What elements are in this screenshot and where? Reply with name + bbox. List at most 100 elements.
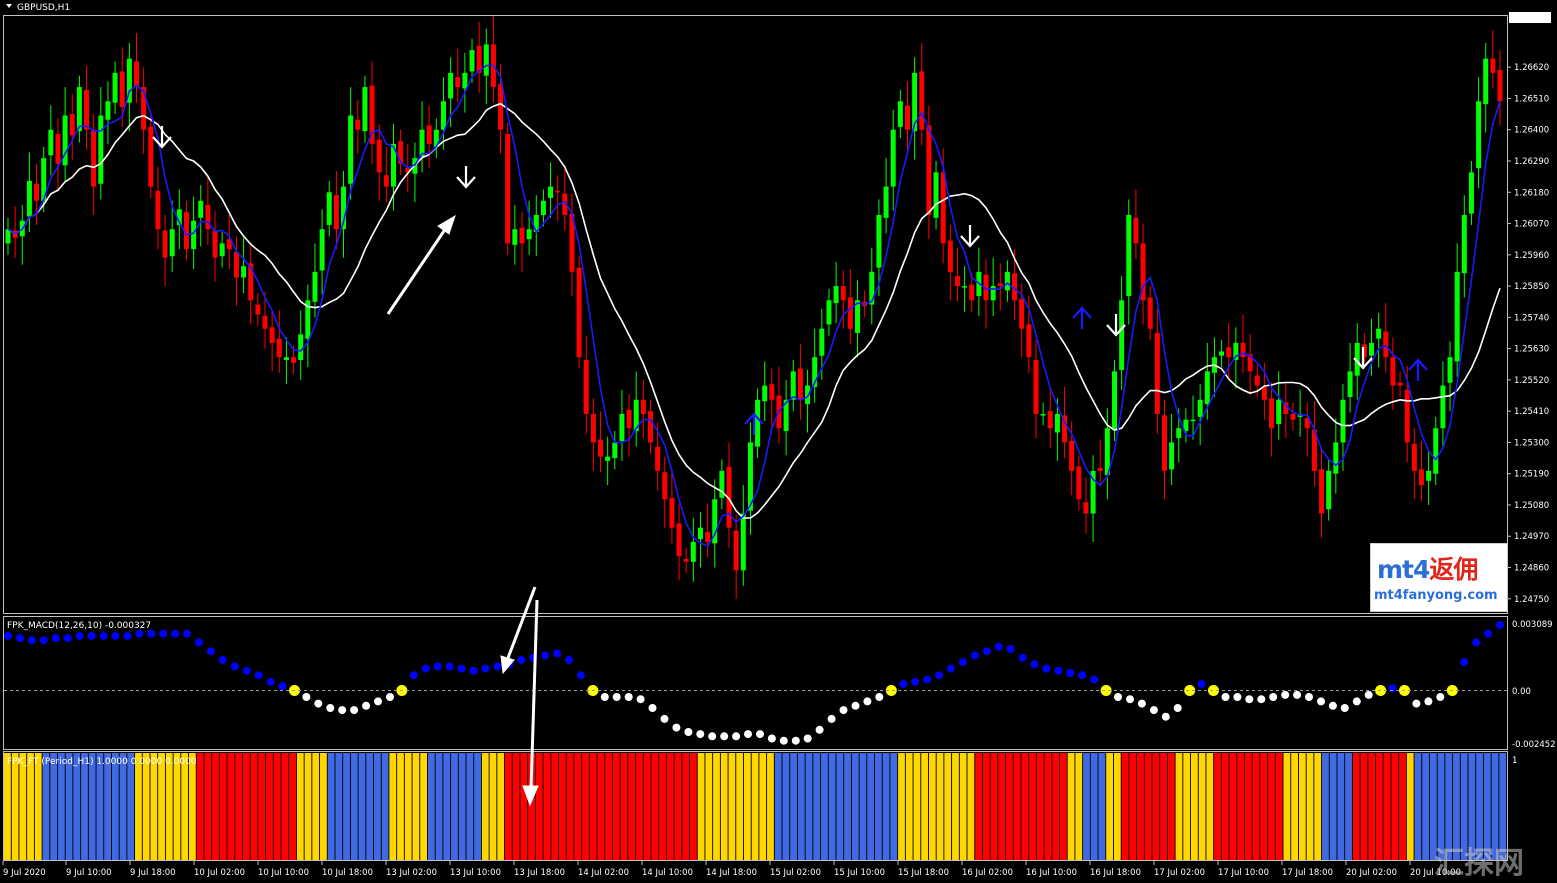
- price-tick-label: 1.24860: [1514, 564, 1549, 574]
- price-tick-label: 1.25740: [1514, 313, 1549, 323]
- candle-body: [219, 243, 225, 257]
- buy-signal-arrow: [1408, 358, 1428, 381]
- candle-body: [1147, 297, 1153, 329]
- macd-dot: [4, 631, 12, 640]
- price-tick-label: 1.25410: [1514, 407, 1549, 417]
- macd-dot: [600, 693, 609, 701]
- ft-bar: [512, 753, 520, 860]
- macd-dot: [481, 664, 490, 673]
- ft-bar: [1337, 753, 1345, 860]
- candle-body: [954, 276, 960, 287]
- candle-body: [697, 527, 703, 540]
- ft-bar: [65, 753, 73, 860]
- macd-dot: [1436, 693, 1445, 701]
- macd-dot: [923, 675, 932, 684]
- candle-body: [1418, 469, 1424, 486]
- macd-dot: [624, 693, 633, 701]
- candle-body: [1226, 347, 1232, 358]
- candle-body: [1076, 466, 1082, 500]
- candle-body: [1054, 414, 1060, 433]
- ft-bar: [443, 753, 451, 860]
- candle-body: [1047, 411, 1053, 429]
- ft-bar: [913, 753, 921, 860]
- time-tick-label: 20 Jul 02:00: [1346, 868, 1397, 878]
- candle-body: [1126, 215, 1132, 297]
- macd-dot: [1137, 699, 1146, 708]
- ft-bar: [1106, 753, 1114, 860]
- candle-body: [448, 72, 454, 99]
- chart-canvas: GBPUSD,H1 FPK_MACD(12,26,10) -0.000327 F…: [2, 3, 1556, 878]
- macd-dot: [1412, 699, 1421, 708]
- ft-bar: [1098, 753, 1106, 860]
- macd-dot: [1388, 684, 1397, 693]
- candle-body: [1376, 328, 1382, 339]
- macd-dot: [1245, 695, 1254, 704]
- symbol-dropdown-icon[interactable]: [6, 4, 12, 8]
- buy-signal-arrow: [1072, 306, 1092, 329]
- time-tick-label: 10 Jul 18:00: [322, 868, 373, 878]
- moving-averages: [7, 64, 1501, 547]
- price-axis: 1.26620 1.26510 1.26400 1.26290 1.26180 1.260…: [1507, 63, 1549, 605]
- ft-bar: [397, 753, 404, 860]
- candle-body: [440, 101, 446, 130]
- price-tick-label: 1.25960: [1514, 251, 1549, 261]
- candle-body: [947, 240, 953, 272]
- macd-dot: [803, 734, 812, 743]
- ft-bar: [759, 753, 767, 860]
- logo-url: mt4fanyong.com: [1374, 588, 1498, 603]
- annotation-arrows: [386, 214, 539, 807]
- ft-bar: [620, 753, 628, 860]
- ft-bar: [689, 753, 697, 860]
- ft-bar: [1406, 753, 1414, 860]
- macd-dot: [1161, 712, 1170, 721]
- macd-dot: [1233, 693, 1242, 701]
- candle-body: [1483, 58, 1489, 105]
- ft-bar: [1090, 753, 1098, 860]
- candle-body: [1347, 371, 1353, 397]
- ft-bar: [1059, 753, 1067, 860]
- macd-dot: [457, 664, 466, 673]
- candle-body: [540, 200, 546, 215]
- ft-bar: [57, 753, 65, 860]
- candle-body: [590, 414, 596, 443]
- candle-body: [598, 439, 604, 457]
- ft-bar: [11, 753, 19, 860]
- candle-body: [833, 286, 839, 304]
- ft-bar: [1237, 753, 1245, 860]
- macd-dot: [39, 636, 48, 645]
- candle-body: [1326, 470, 1332, 510]
- macd-dot: [171, 629, 180, 638]
- macd-dot: [386, 693, 394, 701]
- candle-body: [1176, 428, 1182, 439]
- macd-tick-max: 0.003089: [1512, 620, 1553, 630]
- macd-dot: [660, 714, 669, 723]
- ft-bar: [967, 753, 975, 860]
- ft-bar: [42, 753, 50, 860]
- ft-bar: [998, 753, 1006, 860]
- macd-dot: [1054, 666, 1063, 675]
- ft-bar: [1021, 753, 1029, 860]
- ft-bar: [874, 753, 882, 860]
- macd-dot: [1281, 690, 1290, 699]
- macd-dot: [899, 679, 908, 688]
- candle-body: [512, 229, 518, 245]
- ft-bars: [4, 753, 1507, 860]
- candle-body: [526, 229, 532, 240]
- macd-dot: [1126, 695, 1134, 704]
- ft-bar: [674, 753, 682, 860]
- ft-bar: [1306, 753, 1314, 860]
- candle-body: [119, 71, 125, 107]
- macd-dot: [350, 706, 359, 715]
- ft-bar: [435, 753, 443, 860]
- ft-bar: [636, 753, 643, 860]
- candle-body: [1497, 70, 1503, 102]
- candle-body: [1119, 300, 1125, 370]
- macd-dot: [183, 629, 191, 638]
- candle-body: [133, 61, 139, 88]
- time-tick-label: 15 Jul 18:00: [898, 868, 949, 878]
- ft-bar: [1152, 753, 1160, 860]
- macd-dot: [612, 693, 621, 701]
- macd-dot: [982, 647, 991, 656]
- candle-body: [1397, 382, 1403, 386]
- candle-body: [1169, 442, 1175, 470]
